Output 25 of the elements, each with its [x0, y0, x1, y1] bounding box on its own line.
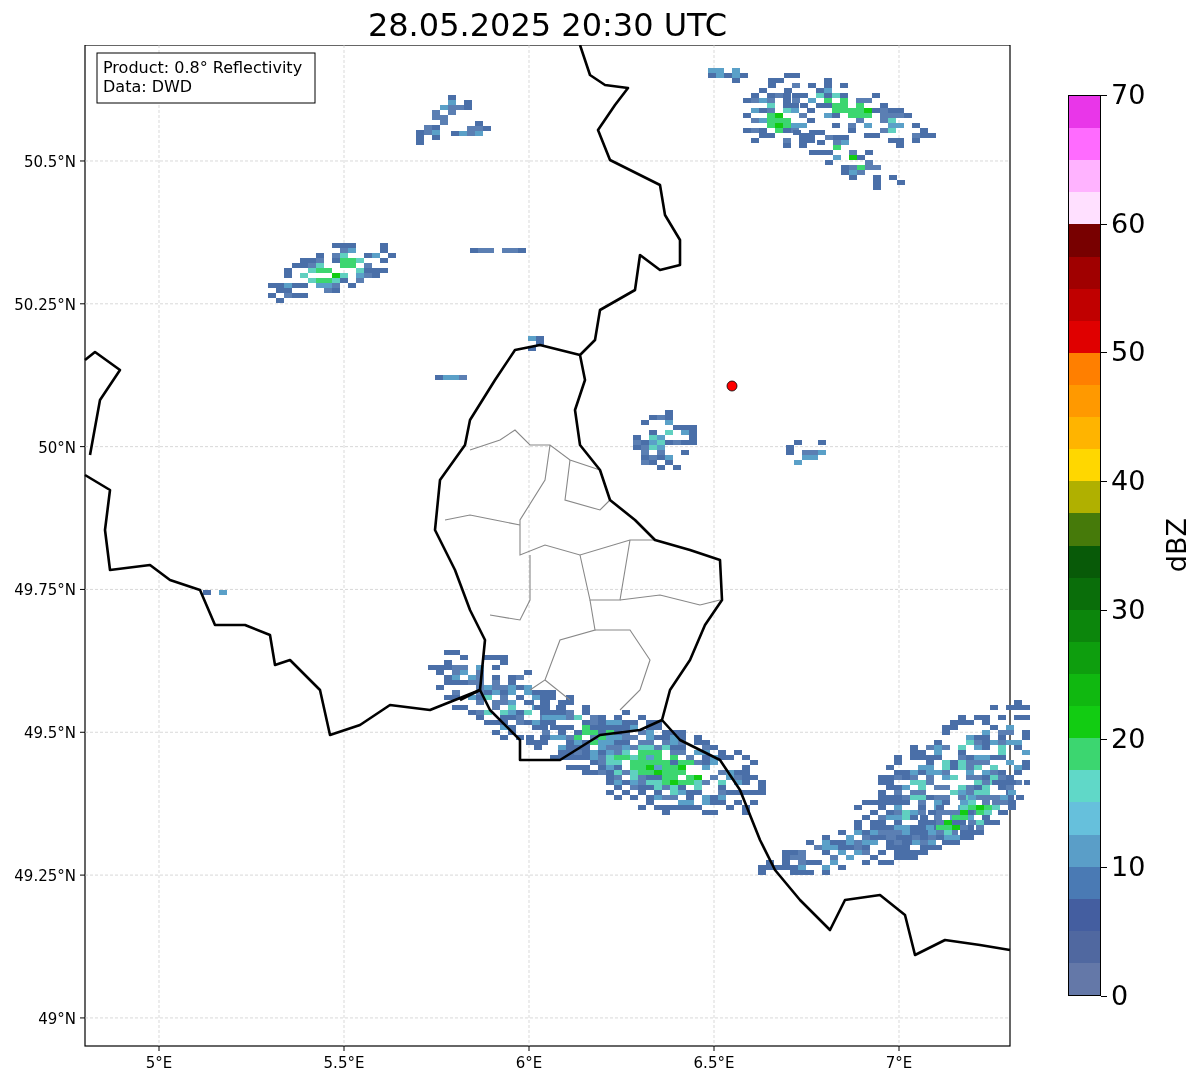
colorbar-tick-label: 40	[1101, 464, 1146, 499]
longitude-label: 5°E	[145, 1054, 173, 1072]
legend-text: Data: DWD	[103, 77, 193, 96]
colorbar-tick-label: 60	[1101, 206, 1146, 241]
longitude-label: 6°E	[515, 1054, 543, 1072]
latitude-label: 50.25°N	[14, 295, 76, 314]
colorbar-tick-label: 50	[1101, 335, 1146, 370]
latitude-label: 50.5°N	[23, 152, 76, 171]
colorbar-tick-label: 0	[1101, 979, 1129, 1013]
colorbar-tick-label: 30	[1101, 592, 1146, 627]
colorbar-tick-label: 20	[1101, 721, 1146, 756]
latitude-label: 49.75°N	[14, 581, 76, 600]
colorbar-tick-label: 70	[1101, 78, 1146, 112]
legend-text: Product: 0.8° Reflectivity	[103, 58, 303, 77]
colorbar-tick-label: 10	[1101, 850, 1146, 885]
latitude-label: 49.25°N	[14, 867, 76, 886]
latitude-label: 49.5°N	[23, 724, 76, 743]
longitude-label: 6.5°E	[693, 1054, 735, 1072]
longitude-label: 7°E	[885, 1054, 913, 1072]
location-marker	[726, 380, 738, 392]
chart-title: 28.05.2025 20:30 UTC	[367, 5, 728, 45]
longitude-label: 5.5°E	[323, 1054, 365, 1072]
latitude-label: 50°N	[38, 438, 76, 457]
latitude-label: 49°N	[38, 1009, 76, 1028]
colorbar-label: dBZ	[1161, 518, 1193, 573]
